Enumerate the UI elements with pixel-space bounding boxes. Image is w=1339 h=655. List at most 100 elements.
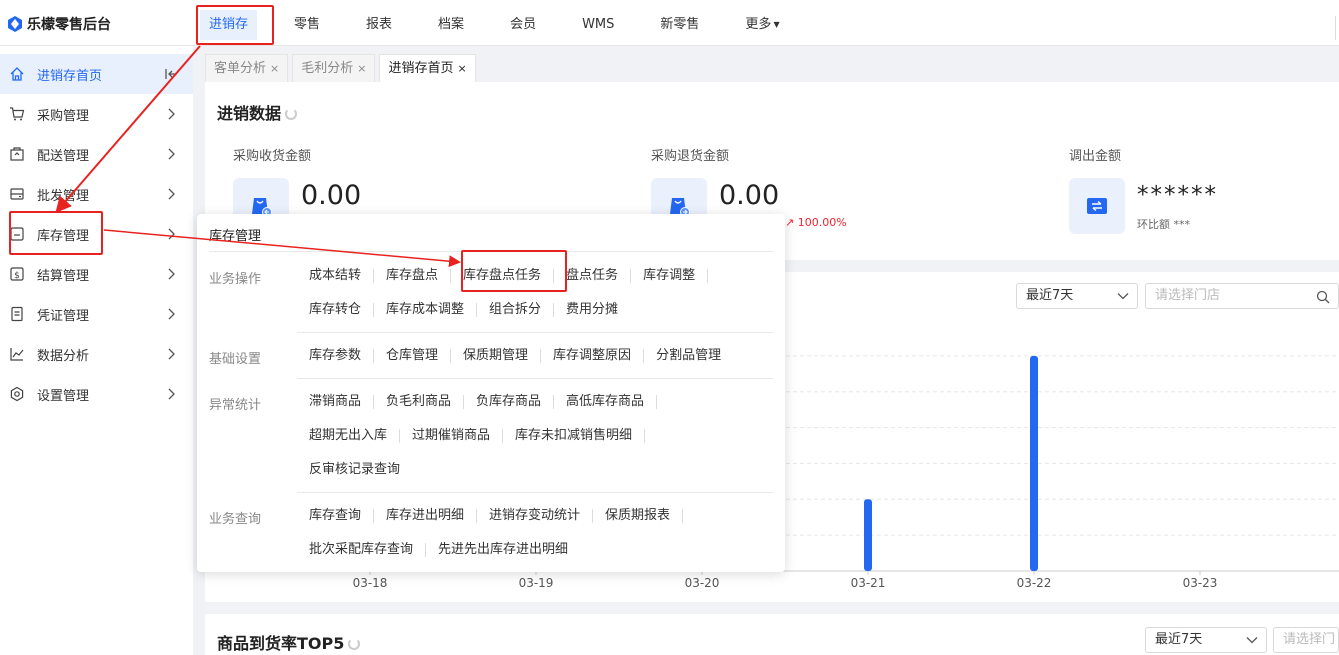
sidebar-item-voucher[interactable]: 凭证管理	[0, 294, 193, 334]
sidebar-item-wholesale[interactable]: 批发管理	[0, 174, 193, 214]
metric-value: 0.00	[301, 180, 362, 211]
submenu-item[interactable]: 分割品管理	[656, 349, 733, 363]
submenu-item[interactable]: 仓库管理	[386, 349, 452, 363]
submenu-item[interactable]: 库存成本调整	[386, 303, 478, 317]
app-logo[interactable]: 乐檬零售后台	[8, 14, 111, 34]
home-icon	[9, 66, 25, 82]
divider	[297, 492, 773, 493]
sidebar-item-delivery[interactable]: 配送管理	[0, 134, 193, 174]
metric-sub-label: 环比额	[1137, 218, 1170, 231]
submenu-item[interactable]: 库存调整原因	[553, 349, 645, 363]
submenu-item[interactable]: 库存盘点任务	[463, 269, 555, 283]
chevron-right-icon	[163, 266, 179, 282]
sidebar-item-home[interactable]: 进销存首页	[0, 54, 193, 94]
divider	[297, 332, 773, 333]
metric-label: 调出金额	[1069, 149, 1122, 164]
submenu-item[interactable]: 库存调整	[643, 269, 709, 283]
submenu-item[interactable]: 库存进出明细	[386, 509, 478, 523]
submenu-item[interactable]: 库存盘点	[386, 269, 452, 283]
inventory-icon	[9, 226, 25, 242]
sidebar-item-inventory[interactable]: 库存管理	[0, 214, 193, 254]
sidebar-item-analytics[interactable]: 数据分析	[0, 334, 193, 374]
period-select[interactable]: 最近7天	[1145, 627, 1267, 653]
store-select[interactable]: 请选择门	[1273, 627, 1339, 653]
nav-item-wms[interactable]: WMS	[573, 10, 623, 40]
submenu-item[interactable]: 负库存商品	[476, 395, 555, 409]
bar	[1030, 355, 1038, 571]
submenu-item[interactable]: 库存转仓	[309, 303, 375, 317]
submenu-item[interactable]: 先进先出库存进出明细	[438, 543, 580, 557]
trend-indicator: ↗ 100.00%	[785, 216, 847, 229]
close-icon[interactable]: ×	[457, 62, 466, 75]
x-tick-label: 03-19	[519, 576, 554, 590]
submenu-item[interactable]: 组合拆分	[489, 303, 555, 317]
metric-value: ******	[1137, 182, 1218, 208]
chevron-right-icon	[163, 106, 179, 122]
caret-down-icon: ▼	[773, 20, 780, 29]
card-title: 商品到货率TOP5	[217, 630, 361, 654]
nav-item-member[interactable]: 会员	[501, 10, 545, 40]
submenu-item[interactable]: 反审核记录查询	[309, 463, 412, 477]
submenu-header: 库存管理	[209, 229, 262, 244]
collapse-sidebar-icon[interactable]	[163, 66, 179, 82]
submenu-item[interactable]: 费用分摊	[566, 303, 630, 317]
app-title: 乐檬零售后台	[27, 17, 111, 33]
nav-item-retail[interactable]: 零售	[285, 10, 329, 40]
submenu-item[interactable]: 保质期管理	[463, 349, 542, 363]
submenu-row: 成本结转 库存盘点 库存盘点任务 盘点任务 库存调整	[309, 269, 720, 283]
submenu-item[interactable]: 库存查询	[309, 509, 375, 523]
tab-inventory-home[interactable]: 进销存首页 ×	[379, 54, 476, 82]
submenu-item[interactable]: 高低库存商品	[566, 395, 658, 409]
submenu-item[interactable]: 成本结转	[309, 269, 375, 283]
nav-item-more[interactable]: 更多 ▼	[736, 10, 788, 40]
close-icon[interactable]: ×	[357, 62, 366, 75]
tab-customer-analysis[interactable]: 客单分析 ×	[205, 54, 289, 82]
submenu-item[interactable]: 进销存变动统计	[489, 509, 594, 523]
sidebar-item-settings[interactable]: 设置管理	[0, 374, 193, 414]
submenu-item[interactable]: 滞销商品	[309, 395, 375, 409]
chevron-down-icon	[1246, 636, 1258, 644]
submenu-item[interactable]: 负毛利商品	[386, 395, 465, 409]
sidebar: 进销存首页 采购管理 配送管理 批发管理 库存管理 $ 结算管理 凭证管理 数据…	[0, 46, 193, 655]
submenu-item[interactable]: 保质期报表	[605, 509, 684, 523]
top-bar: 乐檬零售后台 进销存 零售 报表 档案 会员 WMS 新零售 更多 ▼	[0, 0, 1339, 46]
sidebar-item-settlement[interactable]: $ 结算管理	[0, 254, 193, 294]
close-icon[interactable]: ×	[270, 62, 279, 75]
submenu-item[interactable]: 过期催销商品	[412, 429, 504, 443]
submenu-category: 业务查询	[209, 512, 262, 527]
nav-item-new-retail[interactable]: 新零售	[651, 10, 708, 40]
settings-icon	[9, 386, 25, 402]
metric-value: 0.00	[719, 180, 780, 211]
submenu-row: 滞销商品 负毛利商品 负库存商品 高低库存商品	[309, 395, 669, 409]
nav-label: WMS	[582, 17, 615, 32]
nav-item-reports[interactable]: 报表	[357, 10, 401, 40]
svg-text:$: $	[14, 271, 20, 281]
trend-value: 100.00%	[797, 216, 847, 229]
submenu-item[interactable]: 库存参数	[309, 349, 375, 363]
card-title-text: 商品到货率TOP5	[217, 634, 345, 653]
submenu-item[interactable]: 批次采配库存查询	[309, 543, 427, 557]
nav-item-archive[interactable]: 档案	[429, 10, 473, 40]
metric-label: 采购收货金额	[233, 149, 312, 164]
metric-sub: 环比额 ***	[1137, 216, 1190, 232]
refresh-icon[interactable]	[348, 638, 361, 650]
arrival-rate-card: 商品到货率TOP5 最近7天 请选择门	[205, 614, 1339, 655]
trend-up-icon: ↗	[785, 216, 795, 229]
submenu-row: 反审核记录查询	[309, 463, 424, 477]
submenu-category: 业务操作	[209, 272, 262, 287]
sidebar-item-purchase[interactable]: 采购管理	[0, 94, 193, 134]
submenu-item[interactable]: 盘点任务	[566, 269, 632, 283]
submenu-row: 超期无出入库 过期催销商品 库存未扣减销售明细	[309, 429, 657, 443]
chevron-right-icon	[163, 146, 179, 162]
tab-label: 毛利分析	[301, 61, 354, 76]
refresh-icon[interactable]	[285, 108, 298, 120]
x-tick-label: 03-20	[685, 576, 720, 590]
tab-margin-analysis[interactable]: 毛利分析 ×	[292, 54, 376, 82]
settlement-icon: $	[9, 266, 25, 282]
submenu-item[interactable]: 超期无出入库	[309, 429, 401, 443]
nav-label: 会员	[510, 17, 537, 32]
period-select-value: 最近7天	[1155, 632, 1203, 647]
submenu-item[interactable]: 库存未扣减销售明细	[515, 429, 646, 443]
divider	[297, 378, 773, 379]
nav-item-inventory[interactable]: 进销存	[200, 10, 258, 40]
